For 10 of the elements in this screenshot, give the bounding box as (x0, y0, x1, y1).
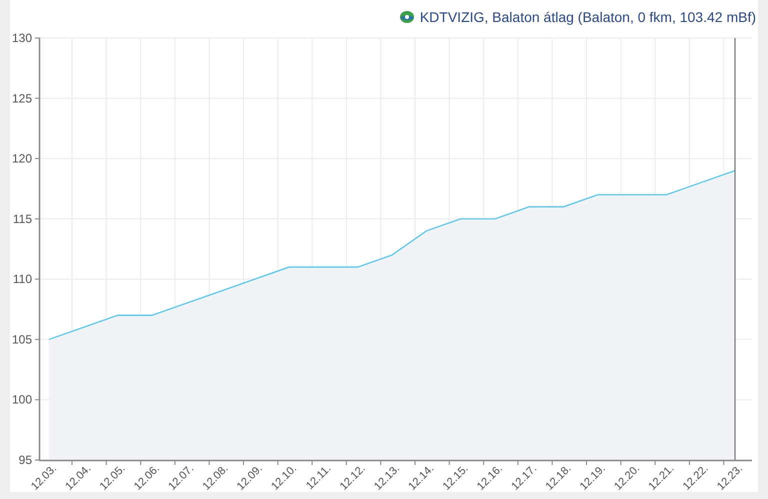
y-tick-label: 130 (12, 31, 32, 45)
y-tick-label: 110 (12, 272, 32, 286)
chart-title: KDTVIZIG, Balaton átlag (Balaton, 0 fkm, 103.42 mBf) (420, 8, 756, 27)
y-tick-label: 95 (18, 453, 32, 467)
logo-icon (398, 10, 416, 24)
y-tick-label: 105 (12, 332, 32, 346)
y-tick-label: 100 (12, 392, 32, 407)
y-tick-label: 125 (12, 91, 32, 106)
y-tick-label: 120 (12, 152, 32, 166)
y-tick-label: 115 (12, 212, 32, 226)
